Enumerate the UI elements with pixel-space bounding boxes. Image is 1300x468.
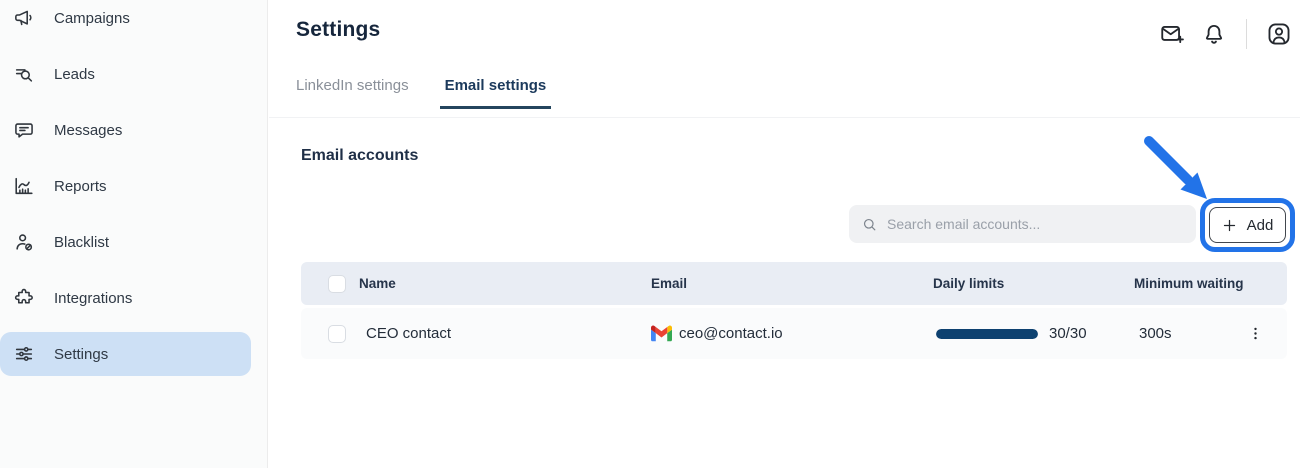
- column-header-email: Email: [651, 276, 933, 291]
- sidebar-item-integrations[interactable]: Integrations: [0, 276, 251, 320]
- add-button-highlight: Add: [1200, 198, 1295, 252]
- sidebar-item-reports[interactable]: Reports: [0, 164, 251, 208]
- search-bar: [849, 205, 1196, 243]
- settings-tabs: LinkedIn settings Email settings: [291, 77, 551, 109]
- sidebar-item-label: Reports: [54, 178, 107, 195]
- sidebar-item-leads[interactable]: Leads: [0, 52, 251, 96]
- tab-linkedin-settings[interactable]: LinkedIn settings: [291, 77, 414, 109]
- puzzle-icon: [13, 287, 35, 309]
- tab-email-settings[interactable]: Email settings: [440, 77, 552, 109]
- page-title: Settings: [296, 18, 380, 42]
- sidebar-item-label: Blacklist: [54, 234, 109, 251]
- mail-plus-icon[interactable]: [1159, 21, 1185, 47]
- column-header-daily-limits: Daily limits: [933, 276, 1134, 291]
- sidebar-item-blacklist[interactable]: Blacklist: [0, 220, 251, 264]
- lead-search-icon: [13, 63, 35, 85]
- section-title: Email accounts: [301, 147, 418, 165]
- sidebar-item-settings[interactable]: Settings: [0, 332, 251, 376]
- add-button-label: Add: [1247, 217, 1274, 234]
- sliders-icon: [13, 343, 35, 365]
- table-row: CEO contact ceo@contact.io: [301, 308, 1287, 359]
- account-email: ceo@contact.io: [679, 325, 783, 342]
- sidebar-item-label: Campaigns: [54, 10, 130, 27]
- sidebar: Campaigns Leads Messages Reports: [0, 0, 268, 468]
- sidebar-item-label: Leads: [54, 66, 95, 83]
- daily-limit-progress-bar: [936, 329, 1038, 339]
- column-header-minimum-waiting: Minimum waiting: [1134, 276, 1241, 291]
- annotation-arrow: [1141, 134, 1219, 208]
- header-divider: [1246, 19, 1247, 49]
- sidebar-item-campaigns[interactable]: Campaigns: [0, 0, 251, 40]
- row-menu-kebab-icon[interactable]: [1243, 321, 1268, 346]
- user-block-icon: [13, 231, 35, 253]
- search-input[interactable]: [887, 216, 1184, 232]
- sidebar-nav: Campaigns Leads Messages Reports: [0, 0, 267, 388]
- sidebar-item-messages[interactable]: Messages: [0, 108, 251, 152]
- add-button[interactable]: Add: [1209, 207, 1286, 243]
- header-actions: [1159, 19, 1292, 49]
- sidebar-item-label: Messages: [54, 122, 122, 139]
- email-accounts-table: Name Email Daily limits Minimum waiting …: [301, 262, 1287, 359]
- megaphone-icon: [13, 7, 35, 29]
- minimum-waiting-value: 300s: [1134, 325, 1241, 342]
- bell-icon[interactable]: [1201, 21, 1227, 47]
- chart-icon: [13, 175, 35, 197]
- search-icon: [861, 216, 878, 233]
- account-name: CEO contact: [359, 325, 651, 342]
- row-checkbox[interactable]: [328, 325, 346, 343]
- sidebar-item-label: Integrations: [54, 290, 132, 307]
- plus-icon: [1222, 218, 1237, 233]
- chat-bubble-icon: [13, 119, 35, 141]
- column-header-name: Name: [359, 276, 651, 291]
- tabbar-divider: [269, 117, 1300, 118]
- daily-limit-value: 30/30: [1049, 325, 1087, 342]
- user-avatar-icon[interactable]: [1266, 21, 1292, 47]
- table-header-row: Name Email Daily limits Minimum waiting: [301, 262, 1287, 305]
- gmail-icon: [651, 323, 672, 344]
- select-all-checkbox[interactable]: [328, 275, 346, 293]
- sidebar-item-label: Settings: [54, 346, 108, 363]
- main-content: Settings LinkedIn settings Email setting…: [269, 0, 1300, 468]
